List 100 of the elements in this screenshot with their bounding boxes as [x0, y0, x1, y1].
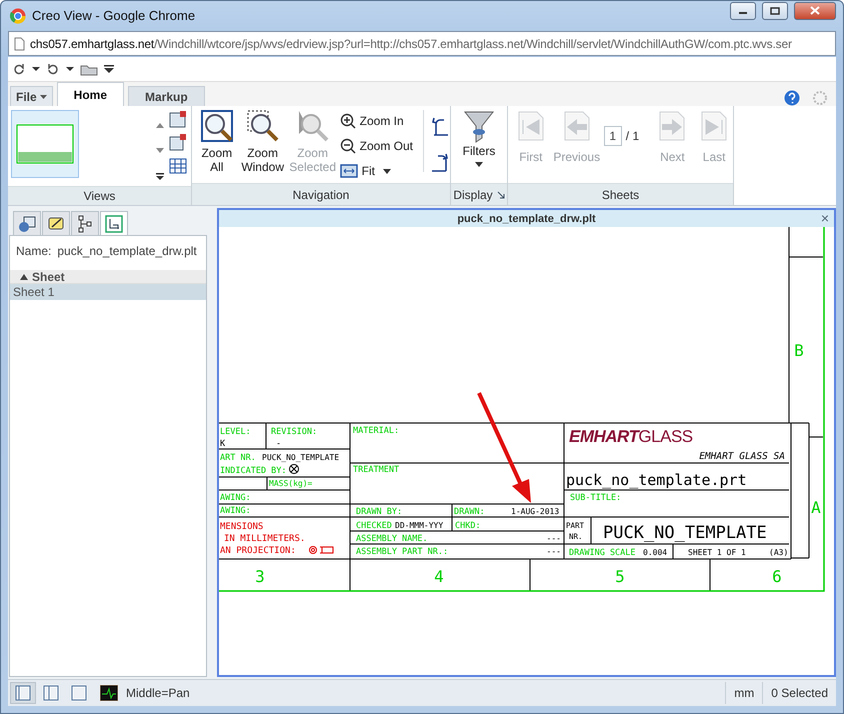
collapse-triangle-icon: [20, 274, 28, 280]
sheet-list-item[interactable]: Sheet 1: [10, 284, 206, 300]
panel-tab[interactable]: [13, 211, 41, 235]
selection-count: 0 Selected: [762, 682, 836, 704]
drawn-date: 1-AUG-2013: [511, 507, 560, 516]
sheet-thumbnail[interactable]: [11, 110, 79, 178]
drawing-title: puck_no_template.prt: [566, 471, 747, 489]
zone-number: 5: [615, 567, 625, 586]
name-label: Name:: [16, 244, 52, 258]
assembly-part-label: ASSEMBLY PART NR.:: [356, 547, 448, 557]
close-button[interactable]: [794, 2, 836, 20]
zoom-window-icon: [246, 110, 279, 142]
zone-number: 6: [772, 567, 782, 586]
rotate-right-icon[interactable]: [430, 152, 450, 172]
circle-cross-icon: [289, 464, 299, 474]
level-value: K: [220, 439, 226, 449]
file-menu[interactable]: File: [10, 86, 53, 106]
markup-icon: [47, 214, 65, 232]
rotate-left-icon[interactable]: [430, 116, 450, 136]
panel-tab[interactable]: [42, 211, 70, 235]
maximize-icon: [770, 6, 780, 14]
sheet-number: SHEET 1 OF 1: [688, 548, 746, 557]
grid-icon[interactable]: [169, 156, 187, 176]
dropdown-icon[interactable]: [32, 66, 40, 72]
panel-tab[interactable]: [100, 211, 128, 235]
zoom-option-button[interactable]: Zoom In: [340, 110, 413, 132]
panel-tab[interactable]: [71, 211, 99, 235]
customize-icon[interactable]: [104, 65, 114, 73]
zoom-button[interactable]: Zoom All: [198, 110, 236, 174]
caret-icon: [475, 162, 483, 167]
dialog-launcher-icon[interactable]: [496, 190, 505, 198]
drawing-label: AWING:: [220, 506, 251, 516]
undo-icon[interactable]: [46, 63, 60, 75]
zoom-selected-icon: [296, 110, 329, 142]
zoom-all-icon: [200, 110, 233, 142]
ribbon-tab[interactable]: Home: [56, 82, 124, 106]
zone-letter: A: [811, 498, 821, 517]
funnel-icon: [463, 110, 495, 144]
window-title: Creo View - Google Chrome: [32, 8, 196, 23]
url-text: chs057.emhartglass.net/Windchill/wtcore/jsp/wvs/edrview.jsp?url=http://chs057.emhartglass.net/Windchill/servlet/WindchillAuthGW/com.ptc.wvs.ser: [30, 36, 792, 50]
browser-logo-icon: [10, 8, 26, 24]
mass-label: MASS(kg)=: [269, 479, 312, 488]
mouse-hint: Middle=Pan: [125, 686, 191, 700]
units-label: mm: [725, 682, 762, 704]
zoom-option-button[interactable]: Fit: [340, 160, 413, 182]
fit-icon: [340, 164, 358, 178]
material-label: MATERIAL:: [353, 426, 400, 436]
group-label: Navigation: [292, 188, 350, 202]
viewer-title: puck_no_template_drw.plt: [457, 212, 596, 224]
zone-number: 4: [434, 567, 444, 586]
group-header[interactable]: Sheet: [10, 270, 206, 284]
dropdown-icon[interactable]: [66, 66, 74, 72]
drawing-label: AWING:: [220, 493, 251, 503]
assembly-name-value: ---: [546, 534, 561, 543]
scale-label: DRAWING SCALE: [569, 548, 636, 558]
redo-icon[interactable]: [12, 63, 26, 75]
part-nr-label: ART NR.: [220, 453, 256, 463]
waveform-icon[interactable]: [100, 685, 118, 701]
scale-value: 0.004: [643, 548, 668, 557]
drawn-by-label: DRAWN BY:: [356, 507, 402, 517]
sheet-format: (A3): [769, 548, 788, 557]
dimension-note: MENSIONS: [220, 522, 264, 532]
maximize-button[interactable]: [762, 2, 788, 20]
caret-icon: [40, 94, 47, 98]
group-label: Display: [453, 188, 493, 202]
address-field[interactable]: chs057.emhartglass.net/Windchill/wtcore/jsp/wvs/edrview.jsp?url=http://chs057.emhartglass.net/Windchill/servlet/WindchillAuthGW/com.ptc.wvs.ser: [8, 31, 836, 56]
sheet-icon: [105, 214, 123, 232]
group-label: Sheets: [602, 188, 640, 202]
subtitle-label: SUB-TITLE:: [570, 493, 622, 503]
zoom-button[interactable]: Zoom Window: [240, 110, 286, 174]
level-label: LEVEL:: [220, 427, 251, 437]
delete-view-icon[interactable]: [169, 110, 187, 130]
page-icon: [14, 36, 25, 50]
drawn-label: DRAWN:: [454, 507, 485, 517]
minimize-button[interactable]: [730, 2, 756, 20]
checked-label: CHECKED: [356, 521, 392, 531]
tree-icon: [76, 214, 94, 232]
caret-icon: [382, 168, 391, 174]
zone-letter: B: [794, 341, 804, 360]
zoom-option-button[interactable]: Zoom Out: [340, 135, 413, 157]
revision-value: -: [276, 439, 282, 449]
layout-button[interactable]: [10, 682, 36, 704]
chkd-label: CHKD:: [455, 521, 481, 531]
filters-button[interactable]: Filters: [456, 110, 502, 167]
page-number-field[interactable]: 1: [604, 126, 622, 146]
help-icon[interactable]: [784, 90, 800, 106]
company-logo: EMHARTGLASS: [569, 427, 693, 446]
dimension-note: AN PROJECTION:: [220, 546, 296, 556]
close-button[interactable]: ×: [818, 210, 831, 226]
zone-number: 3: [255, 567, 265, 586]
zoom-out-icon: [340, 138, 356, 154]
dimension-note: IN MILLIMETERS.: [224, 534, 306, 544]
part-number: PUCK_NO_TEMPLATE: [603, 523, 767, 543]
company-name: EMHART GLASS SA: [699, 451, 785, 462]
indicated-by-label: INDICATED BY:: [220, 466, 287, 476]
assembly-name-label: ASSEMBLY NAME.: [356, 534, 428, 544]
ribbon-tab[interactable]: Markup: [128, 86, 205, 106]
zoom-in-icon: [340, 113, 356, 129]
delete-views-icon[interactable]: [169, 133, 187, 153]
page-total: / 1: [626, 129, 640, 143]
